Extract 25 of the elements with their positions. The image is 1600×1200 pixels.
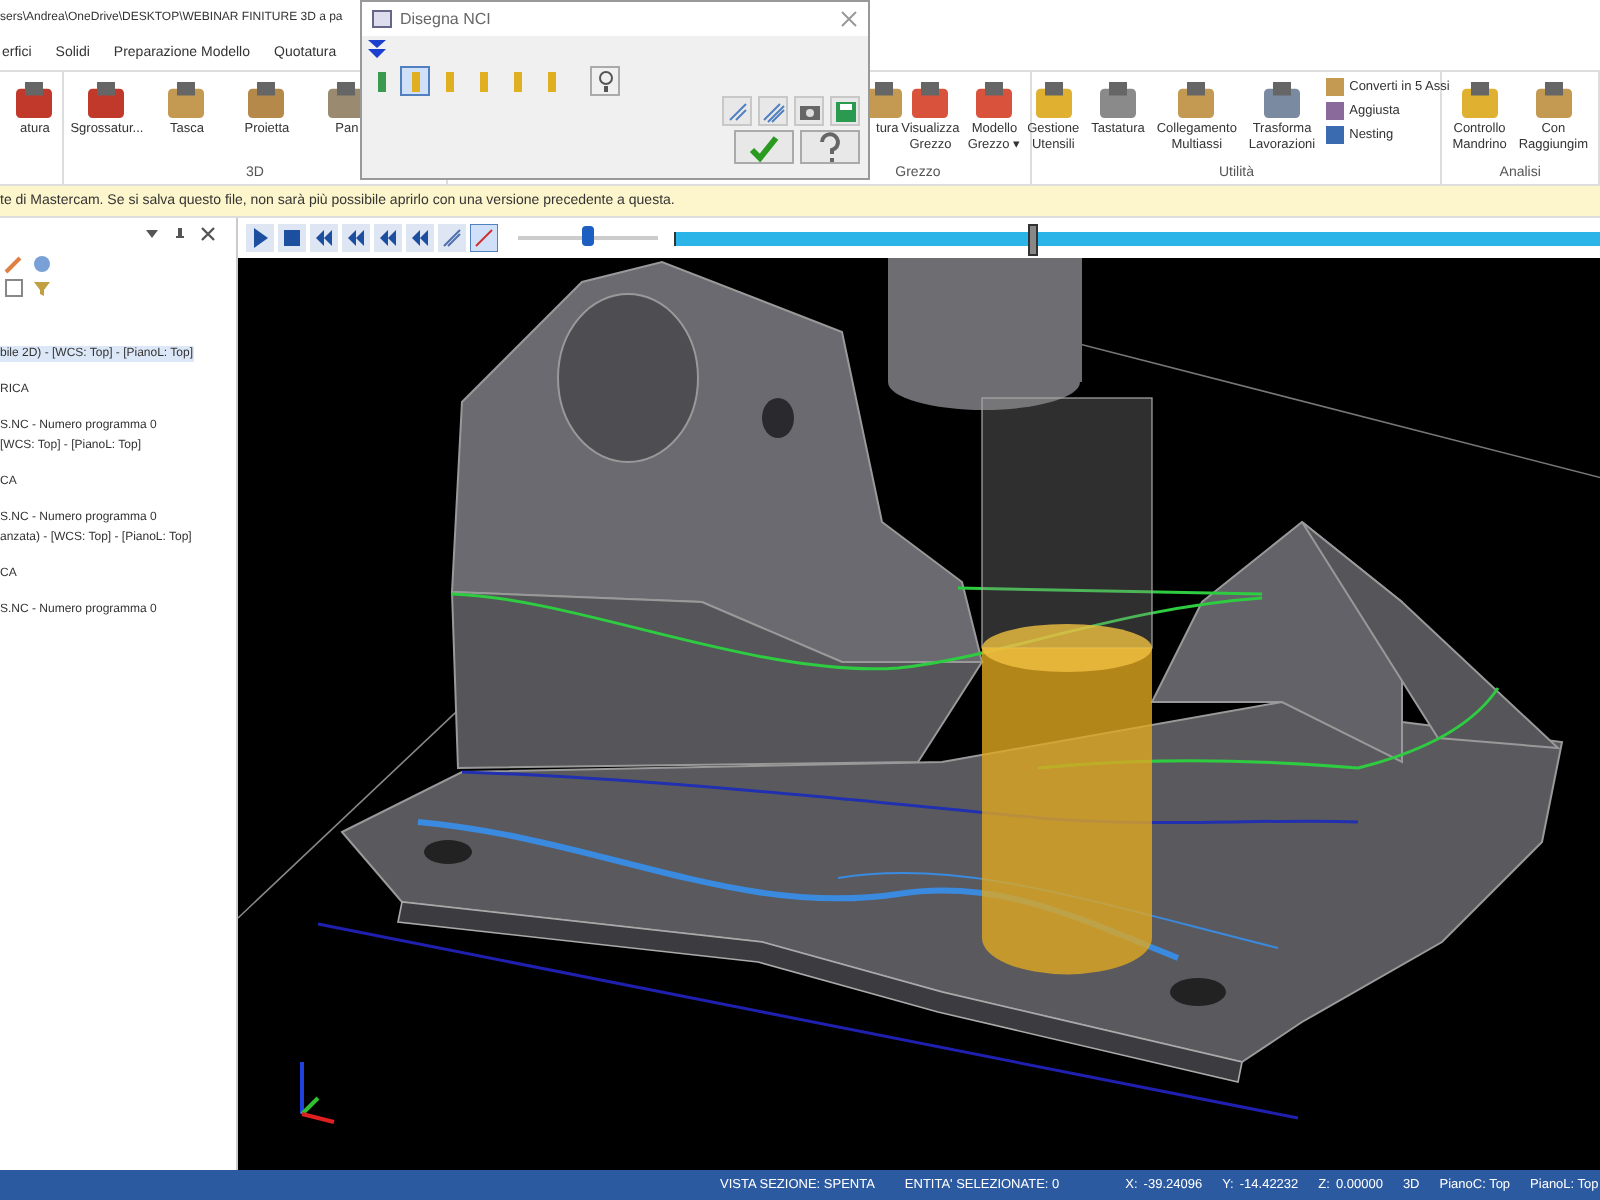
pin-icon[interactable] — [172, 226, 188, 242]
toolpath-button[interactable] — [758, 96, 788, 126]
help-button[interactable] — [800, 130, 860, 164]
step-back-icon[interactable] — [342, 224, 370, 252]
pencil-icon[interactable] — [4, 254, 24, 274]
dropdown-icon[interactable] — [144, 226, 160, 242]
toolpath-button[interactable] — [722, 96, 752, 126]
filter-icon[interactable] — [32, 278, 52, 298]
checkmark-icon — [748, 133, 780, 161]
save-icon — [833, 99, 857, 123]
window-icon — [372, 10, 392, 28]
stop-icon[interactable] — [278, 224, 306, 252]
skip-back-icon[interactable] — [310, 224, 338, 252]
help-button[interactable] — [590, 66, 620, 96]
close-icon[interactable] — [200, 226, 216, 242]
block-icon — [168, 82, 205, 118]
axis-triad-icon — [300, 1062, 335, 1124]
progress-handle[interactable] — [1027, 223, 1038, 255]
speed-slider[interactable] — [582, 226, 594, 246]
dialog-title: Disegna NCI — [400, 10, 491, 28]
camera-button[interactable] — [794, 96, 824, 126]
ok-button[interactable] — [734, 130, 794, 164]
tool-button[interactable] — [400, 66, 430, 96]
play-icon[interactable] — [246, 224, 274, 252]
save-button[interactable] — [830, 96, 860, 126]
